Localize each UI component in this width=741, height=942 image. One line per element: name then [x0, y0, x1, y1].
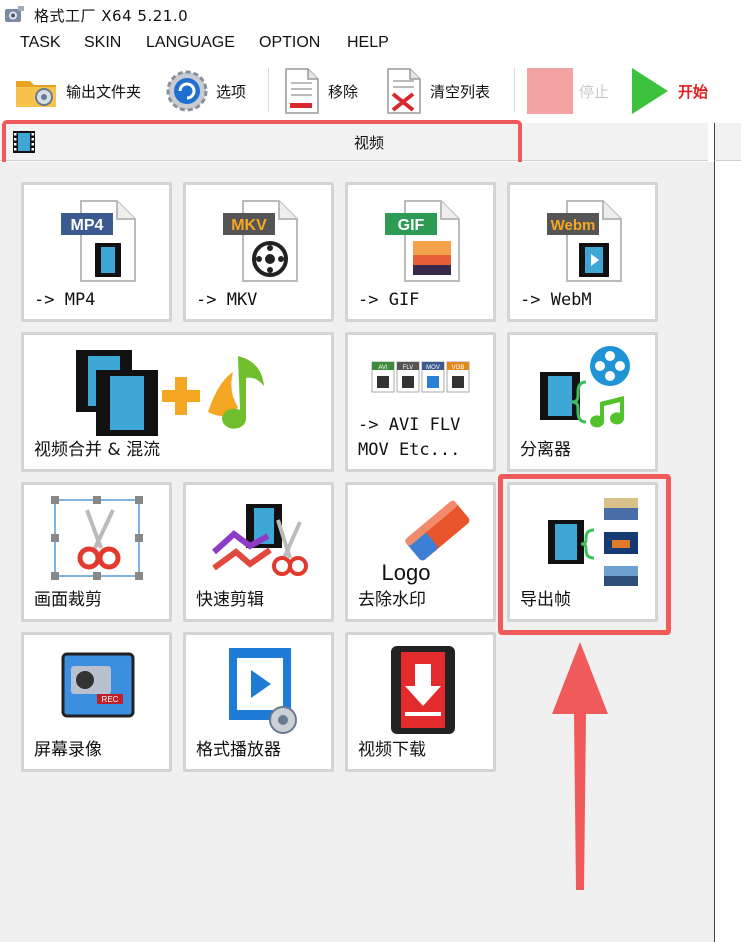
play-icon: [632, 68, 668, 114]
menu-skin[interactable]: SKIN: [84, 34, 121, 52]
webm-file-icon: Webm: [546, 200, 622, 282]
start-button[interactable]: 开始: [628, 62, 708, 120]
title-bar: 格式工厂 X64 5.21.0: [0, 0, 741, 30]
crop-scissors-icon: [50, 496, 143, 580]
menu-bar: TASK SKIN LANGUAGE OPTION HELP: [0, 34, 741, 58]
tile-label: 视频合并 & 混流: [34, 440, 161, 460]
tile-label: 画面裁剪: [34, 590, 102, 610]
clear-list-label: 清空列表: [430, 82, 491, 101]
clear-list-icon: [387, 68, 421, 114]
mkv-file-icon: MKV: [222, 200, 298, 282]
tile-label: 视频下载: [358, 740, 426, 760]
multi-format-icon: AVI FLV MOV VOB: [371, 361, 469, 393]
tile-video-merge[interactable]: 视频合并 & 混流: [21, 332, 334, 472]
menu-language[interactable]: LANGUAGE: [146, 34, 235, 52]
tile-label: -> AVI FLV MOV Etc...: [358, 415, 461, 460]
eraser-icon: Logo: [381, 500, 469, 585]
tile-splitter[interactable]: 分离器: [507, 332, 658, 472]
highlight-box-export-frames: [498, 474, 671, 635]
tile-label: -> MKV: [196, 290, 258, 310]
merge-film-music-icon: [75, 350, 264, 436]
remove-button[interactable]: 移除: [282, 62, 358, 120]
tile-label: -> WebM: [520, 290, 592, 310]
tile-quick-cut[interactable]: 快速剪辑: [183, 482, 334, 622]
video-download-icon: [390, 646, 455, 734]
window-title: 格式工厂 X64 5.21.0: [34, 7, 189, 25]
menu-task[interactable]: TASK: [20, 34, 61, 52]
toolbar: 输出文件夹 选项 移除 清空列表 停止 开始: [0, 62, 741, 120]
svg-text:MOV: MOV: [426, 365, 440, 371]
remove-document-icon: [285, 68, 319, 114]
options-label: 选项: [216, 82, 247, 101]
tile-label: 屏幕录像: [34, 740, 102, 760]
menu-option[interactable]: OPTION: [259, 34, 320, 52]
tile-label: 分离器: [520, 440, 571, 460]
mkv-badge: MKV: [231, 217, 267, 234]
stop-icon: [527, 68, 573, 114]
gif-badge: GIF: [397, 217, 424, 234]
annotation-arrow-up-icon: [552, 642, 608, 890]
screen-record-camcorder-icon: REC: [61, 652, 134, 718]
tile-label: 去除水印: [358, 590, 426, 610]
tile-video-download[interactable]: 视频下载: [345, 632, 496, 772]
options-gear-icon: [166, 70, 208, 112]
svg-text:AVI: AVI: [378, 365, 388, 371]
start-label: 开始: [678, 82, 709, 101]
tile-to-avi-flv-mov[interactable]: AVI FLV MOV VOB -> AVI FLV MOV Etc...: [345, 332, 496, 472]
output-folder-button[interactable]: 输出文件夹: [14, 62, 141, 120]
tile-label: 快速剪辑: [196, 590, 264, 610]
format-player-icon: [228, 648, 297, 734]
output-folder-label: 输出文件夹: [66, 82, 142, 101]
svg-text:FLV: FLV: [402, 365, 413, 371]
tile-to-webm[interactable]: Webm -> WebM: [507, 182, 658, 322]
folder-icon: [16, 81, 56, 107]
tile-label: -> GIF: [358, 290, 420, 310]
toolbar-divider: [514, 68, 515, 112]
svg-text:VOB: VOB: [451, 365, 464, 371]
tile-format-player[interactable]: 格式播放器: [183, 632, 334, 772]
webm-badge: Webm: [550, 217, 595, 234]
stop-label: 停止: [579, 82, 610, 101]
gif-file-icon: GIF: [384, 200, 460, 282]
stop-button[interactable]: 停止: [527, 62, 609, 120]
tile-remove-watermark[interactable]: Logo 去除水印: [345, 482, 496, 622]
tile-to-mp4[interactable]: MP4 -> MP4: [21, 182, 172, 322]
tile-screen-record[interactable]: REC 屏幕录像: [21, 632, 172, 772]
tile-to-gif[interactable]: GIF -> GIF: [345, 182, 496, 322]
tile-label: -> MP4: [34, 290, 96, 310]
logo-text: Logo: [381, 560, 430, 585]
toolbar-divider: [268, 68, 269, 112]
remove-label: 移除: [328, 82, 359, 101]
tile-label: 格式播放器: [196, 740, 281, 760]
mp4-badge: MP4: [70, 217, 103, 234]
quick-cut-icon: [211, 504, 308, 576]
rec-badge: REC: [101, 695, 118, 704]
task-list-panel[interactable]: [714, 123, 741, 942]
splitter-film-reel-music-icon: [539, 346, 630, 428]
options-button[interactable]: 选项: [164, 62, 246, 120]
menu-help[interactable]: HELP: [347, 34, 389, 52]
clear-list-button[interactable]: 清空列表: [384, 62, 490, 120]
tile-crop[interactable]: 画面裁剪: [21, 482, 172, 622]
task-list-header: [714, 123, 741, 161]
format-factory-logo-icon: [5, 6, 24, 22]
mp4-file-icon: MP4: [60, 200, 136, 282]
tile-to-mkv[interactable]: MKV -> MKV: [183, 182, 334, 322]
